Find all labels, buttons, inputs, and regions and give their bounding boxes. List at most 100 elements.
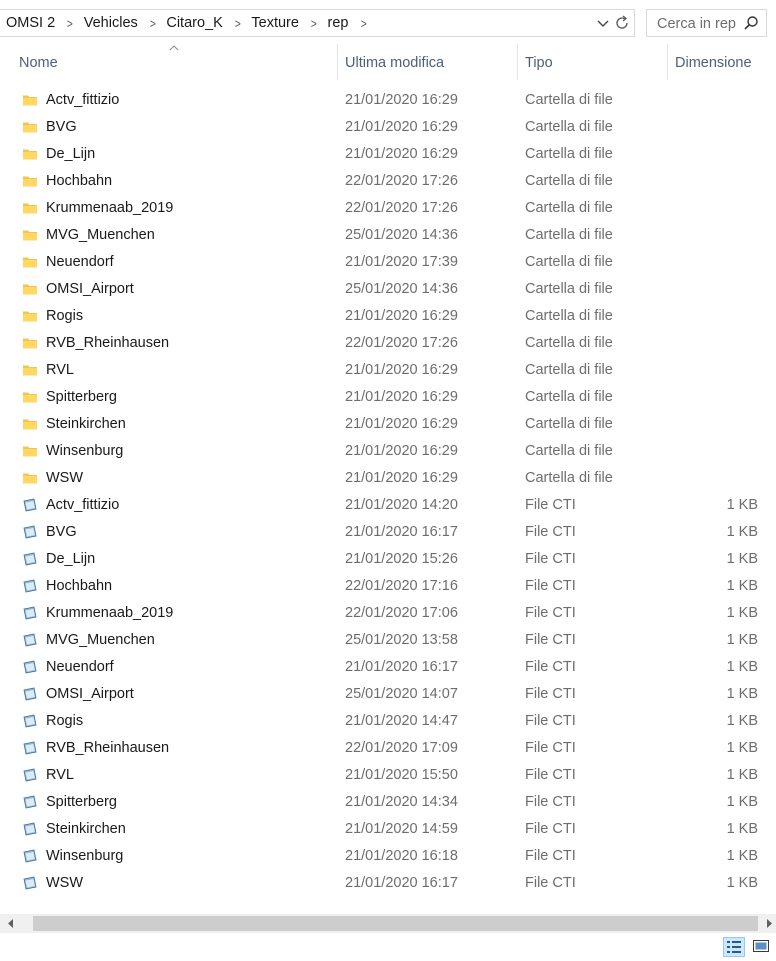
folder-row[interactable]: Rogis 21/01/2020 16:29 Cartella di file [14,303,772,330]
cti-file-icon [22,848,38,864]
breadcrumb-item[interactable]: rep [321,15,357,31]
search-input[interactable] [655,11,755,37]
folder-row[interactable]: Winsenburg 21/01/2020 16:29 Cartella di fi… [14,438,772,465]
file-row[interactable]: Steinkirchen 21/01/2020 14:59 File CTI 1 KB [14,816,772,843]
file-type: Cartella di file [525,416,613,432]
file-row[interactable]: Winsenburg 21/01/2020 16:18 File CTI 1 KB [14,843,772,870]
file-modified: 21/01/2020 16:17 [345,875,458,891]
folder-icon [22,281,38,297]
file-modified: 25/01/2020 14:36 [345,227,458,243]
column-header-type[interactable]: Tipo [518,44,668,80]
breadcrumb-chevron-icon[interactable]: > [308,16,319,31]
file-modified: 21/01/2020 15:50 [345,767,458,783]
file-type: Cartella di file [525,335,613,351]
breadcrumb-chevron-icon[interactable]: > [65,16,76,31]
file-name: Steinkirchen [46,821,126,837]
breadcrumb-item[interactable]: Vehicles [77,15,146,31]
folder-icon [22,173,38,189]
file-name: Neuendorf [46,659,114,675]
file-type: File CTI [525,821,576,837]
file-name: Rogis [46,713,84,729]
file-row[interactable]: Actv_fittizio 21/01/2020 14:20 File CTI 1 K… [14,492,772,519]
breadcrumb[interactable]: OMSI 2 > Vehicles > Citaro_K > Texture >… [0,9,635,37]
scrollbar-thumb[interactable] [33,916,758,931]
file-size: 1 KB [726,848,758,864]
search-box[interactable] [646,9,767,37]
column-header-name[interactable]: Nome [12,44,338,80]
file-size: 1 KB [726,686,758,702]
folder-row[interactable]: WSW 21/01/2020 16:29 Cartella di file [14,465,772,492]
details-view-button[interactable] [723,937,745,957]
file-type: File CTI [525,740,576,756]
file-type: File CTI [525,551,576,567]
cti-file-icon [22,875,38,891]
file-row[interactable]: De_Lijn 21/01/2020 15:26 File CTI 1 KB [14,546,772,573]
breadcrumb-item[interactable]: OMSI 2 [0,15,63,31]
file-modified: 21/01/2020 16:17 [345,659,458,675]
breadcrumb-item[interactable]: Citaro_K [159,15,230,31]
file-row[interactable]: Krummenaab_2019 22/01/2020 17:06 File CTI 1… [14,600,772,627]
cti-file-icon [22,767,38,783]
file-modified: 21/01/2020 16:29 [345,443,458,459]
large-icons-view-button[interactable] [751,937,773,957]
search-icon[interactable] [743,15,759,31]
file-row[interactable]: MVG_Muenchen 25/01/2020 13:58 File CTI 1 KB [14,627,772,654]
cti-file-icon [22,497,38,513]
file-modified: 22/01/2020 17:16 [345,578,458,594]
file-row[interactable]: RVL 21/01/2020 15:50 File CTI 1 KB [14,762,772,789]
file-modified: 21/01/2020 14:47 [345,713,458,729]
file-row[interactable]: OMSI_Airport 25/01/2020 14:07 File CTI 1 KB [14,681,772,708]
folder-row[interactable]: RVB_Rheinhausen 22/01/2020 17:26 Cartella … [14,330,772,357]
scroll-left-arrow-icon[interactable] [6,918,16,929]
file-row[interactable]: Hochbahn 22/01/2020 17:16 File CTI 1 KB [14,573,772,600]
file-modified: 21/01/2020 17:39 [345,254,458,270]
folder-row[interactable]: OMSI_Airport 25/01/2020 14:36 Cartella di … [14,276,772,303]
folder-row[interactable]: Steinkirchen 21/01/2020 16:29 Cartella di … [14,411,772,438]
breadcrumb-chevron-icon[interactable]: > [147,16,158,31]
file-row[interactable]: Rogis 21/01/2020 14:47 File CTI 1 KB [14,708,772,735]
refresh-icon[interactable] [613,14,631,32]
cti-file-icon [22,659,38,675]
folder-icon [22,335,38,351]
folder-row[interactable]: Actv_fittizio 21/01/2020 16:29 Cartella di… [14,87,772,114]
folder-row[interactable]: De_Lijn 21/01/2020 16:29 Cartella di file [14,141,772,168]
breadcrumb-chevron-icon[interactable]: > [232,16,243,31]
folder-row[interactable]: Spitterberg 21/01/2020 16:29 Cartella di f… [14,384,772,411]
file-name: BVG [46,119,77,135]
column-header-modified[interactable]: Ultima modifica [338,44,518,80]
file-type: Cartella di file [525,227,613,243]
file-modified: 22/01/2020 17:06 [345,605,458,621]
file-modified: 21/01/2020 16:17 [345,524,458,540]
file-row[interactable]: Spitterberg 21/01/2020 14:34 File CTI 1 KB [14,789,772,816]
file-type: File CTI [525,848,576,864]
cti-file-icon [22,524,38,540]
file-name: WSW [46,470,84,486]
folder-row[interactable]: Neuendorf 21/01/2020 17:39 Cartella di fil… [14,249,772,276]
file-name: Spitterberg [46,389,117,405]
file-type: Cartella di file [525,443,613,459]
folder-row[interactable]: BVG 21/01/2020 16:29 Cartella di file [14,114,772,141]
folder-icon [22,416,38,432]
breadcrumb-chevron-icon[interactable]: > [358,16,369,31]
chevron-down-icon[interactable] [596,15,610,31]
file-type: Cartella di file [525,389,613,405]
file-size: 1 KB [726,821,758,837]
column-header-size[interactable]: Dimensione [668,44,768,80]
file-row[interactable]: WSW 21/01/2020 16:17 File CTI 1 KB [14,870,772,897]
file-row[interactable]: Neuendorf 21/01/2020 16:17 File CTI 1 KB [14,654,772,681]
horizontal-scrollbar[interactable] [0,914,776,933]
folder-row[interactable]: Hochbahn 22/01/2020 17:26 Cartella di file [14,168,772,195]
folder-row[interactable]: RVL 21/01/2020 16:29 Cartella di file [14,357,772,384]
file-type: Cartella di file [525,470,613,486]
file-row[interactable]: BVG 21/01/2020 16:17 File CTI 1 KB [14,519,772,546]
folder-row[interactable]: MVG_Muenchen 25/01/2020 14:36 Cartella di … [14,222,772,249]
folder-icon [22,200,38,216]
cti-file-icon [22,686,38,702]
file-type: Cartella di file [525,92,613,108]
file-name: OMSI_Airport [46,281,134,297]
scroll-right-arrow-icon[interactable] [764,918,774,929]
file-type: Cartella di file [525,173,613,189]
file-row[interactable]: RVB_Rheinhausen 22/01/2020 17:09 File CTI 1… [14,735,772,762]
breadcrumb-item[interactable]: Texture [244,15,307,31]
folder-row[interactable]: Krummenaab_2019 22/01/2020 17:26 Cartella … [14,195,772,222]
